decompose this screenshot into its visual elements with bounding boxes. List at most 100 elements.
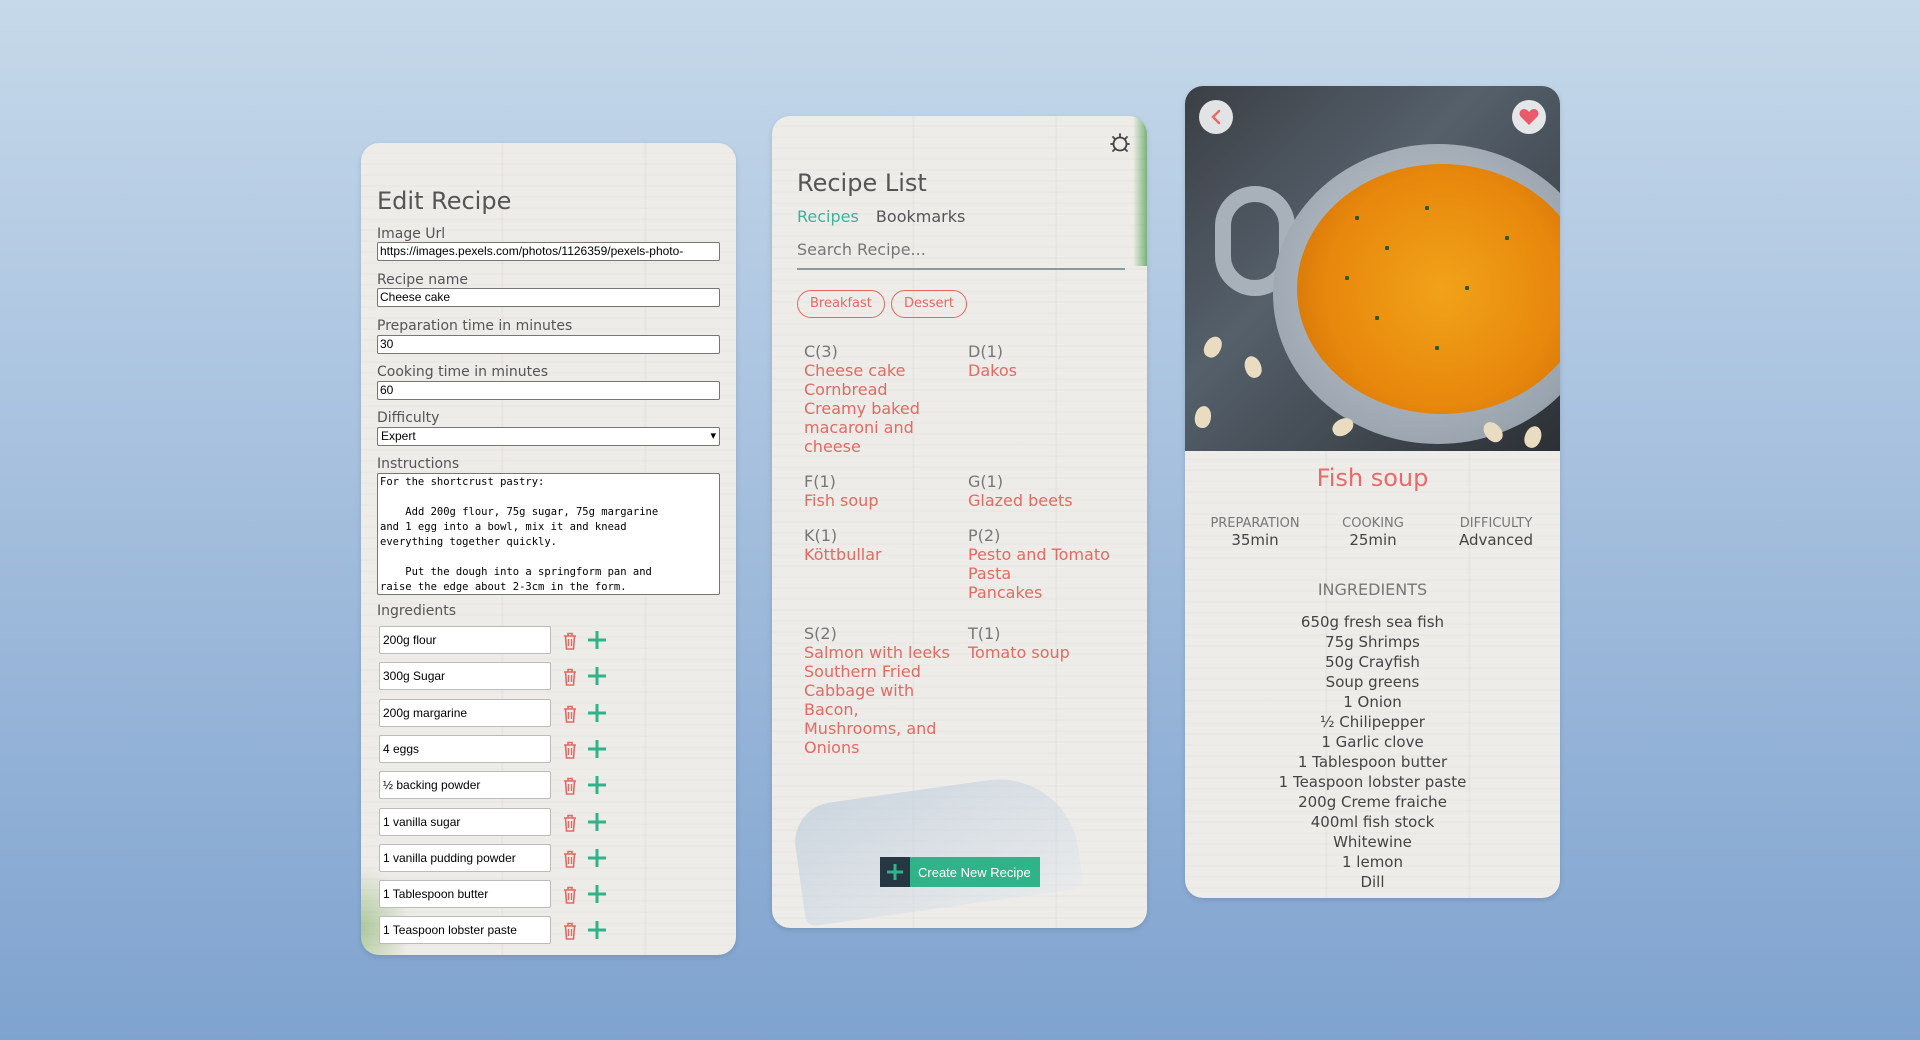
favorite-button[interactable] (1512, 100, 1546, 134)
trash-icon[interactable] (561, 631, 579, 651)
recipe-hero-image (1185, 86, 1560, 451)
group-heading: P(2) (968, 526, 1001, 545)
ingredient-item: 1 Onion (1343, 693, 1402, 711)
recipe-link[interactable]: Cabbage with (804, 681, 974, 700)
bug-settings-icon[interactable] (1107, 130, 1133, 156)
recipe-link[interactable]: Cheese cake (804, 361, 974, 380)
seed-decoration (1521, 423, 1545, 451)
recipe-link[interactable]: Onions (804, 738, 974, 757)
ingredient-input[interactable]: 200g flour (379, 626, 551, 654)
trash-icon[interactable] (561, 667, 579, 687)
prep-time-label: Preparation time in minutes (377, 318, 573, 334)
herb-decoration (1425, 206, 1429, 210)
seed-decoration (1193, 404, 1213, 430)
trash-icon[interactable] (561, 813, 579, 833)
ingredient-input[interactable]: 1 vanilla sugar (379, 807, 551, 836)
ingredient-item: ½ Chilipepper (1320, 713, 1425, 731)
recipe-title: Fish soup (1316, 464, 1429, 492)
herb-decoration (1345, 276, 1349, 280)
ingredient-row: 1 vanilla sugar (379, 807, 679, 838)
recipe-group: C(3) Cheese cake Cornbread Creamy baked maca… (804, 342, 974, 456)
recipe-link[interactable]: macaroni and (804, 418, 974, 437)
plus-icon[interactable] (586, 629, 608, 651)
recipe-link[interactable]: Glazed beets (968, 491, 1138, 510)
cook-time-label: Cooking time in minutes (377, 364, 549, 380)
ingredient-item: Dill (1360, 873, 1385, 891)
recipe-detail-screen: Fish soup PREPARATION 35min COOKING 25mi… (1185, 86, 1560, 898)
plus-icon[interactable] (586, 811, 608, 833)
trash-icon[interactable] (561, 849, 579, 869)
ingredient-item: 1 Garlic clove (1321, 733, 1424, 751)
recipe-link[interactable]: Creamy baked (804, 399, 974, 418)
ingredient-input[interactable]: 200g margarine (379, 698, 551, 727)
ingredient-input[interactable]: 4 eggs (379, 734, 551, 763)
trash-icon[interactable] (561, 740, 579, 760)
ingredient-item: 75g Shrimps (1325, 633, 1420, 651)
herb-decoration (1385, 246, 1389, 250)
plus-icon[interactable] (586, 702, 608, 724)
ingredient-input[interactable]: 1 Teaspoon lobster paste (379, 916, 551, 945)
chip-dessert[interactable]: Dessert (891, 290, 967, 318)
recipe-link[interactable]: Köttbullar (804, 545, 974, 564)
recipe-link[interactable]: Bacon, (804, 700, 974, 719)
plus-icon[interactable] (586, 774, 608, 796)
recipe-link[interactable]: Dakos (968, 361, 1138, 380)
herb-decoration (1505, 236, 1509, 240)
trash-icon[interactable] (561, 921, 579, 941)
recipe-group: D(1) Dakos (968, 342, 1138, 380)
create-new-recipe-button[interactable]: Create New Recipe (880, 857, 1040, 887)
recipe-name-input[interactable]: Cheese cake (377, 288, 720, 307)
recipe-link[interactable]: Fish soup (804, 491, 974, 510)
tab-recipes[interactable]: Recipes (797, 207, 859, 226)
recipe-link[interactable]: Mushrooms, and (804, 719, 974, 738)
ingredient-input[interactable]: 1 vanilla pudding powder (379, 843, 551, 872)
cooking-value: 25min (1349, 531, 1397, 549)
recipe-list-screen: Recipe List Recipes Bookmarks Search Rec… (772, 116, 1147, 928)
ingredient-row: 1 Tablespoon butter (379, 880, 679, 910)
page-title: Edit Recipe (377, 187, 512, 215)
tab-bookmarks[interactable]: Bookmarks (876, 207, 965, 226)
recipe-link[interactable]: Southern Fried (804, 662, 974, 681)
prep-time-input[interactable]: 30 (377, 335, 720, 354)
plus-icon[interactable] (586, 665, 608, 687)
ingredient-row: 1 Teaspoon lobster paste (379, 916, 679, 946)
difficulty-meta: DIFFICULTY Advanced (1441, 516, 1551, 549)
plus-icon[interactable] (586, 847, 608, 869)
plus-icon[interactable] (586, 883, 608, 905)
group-heading: T(1) (968, 624, 1001, 643)
recipe-link[interactable]: Tomato soup (968, 643, 1138, 662)
ingredient-item: 400ml fish stock (1310, 813, 1435, 831)
ingredient-row: 200g margarine (379, 698, 679, 729)
ingredient-item: 1 Teaspoon lobster paste (1278, 773, 1467, 791)
instructions-textarea[interactable]: For the shortcrust pastry: Add 200g flou… (377, 473, 720, 595)
plus-icon[interactable] (586, 919, 608, 941)
recipe-link[interactable]: Pancakes (968, 583, 1138, 602)
trash-icon[interactable] (561, 885, 579, 905)
trash-icon[interactable] (561, 704, 579, 724)
ingredients-list: 650g fresh sea fish 75g Shrimps 50g Crayfi… (1185, 612, 1560, 892)
image-url-input[interactable]: https://images.pexels.com/photos/1126359… (377, 242, 720, 261)
instructions-label: Instructions (377, 456, 460, 472)
plus-icon[interactable] (586, 738, 608, 760)
recipe-link[interactable]: Pesto and Tomato (968, 545, 1138, 564)
search-input[interactable]: Search Recipe... (797, 234, 1125, 270)
recipe-link[interactable]: Cornbread (804, 380, 974, 399)
ingredient-input[interactable]: ½ backing powder (379, 771, 551, 800)
cook-time-input[interactable]: 60 (377, 381, 720, 400)
group-heading: F(1) (804, 472, 836, 491)
recipe-link[interactable]: Pasta (968, 564, 1138, 583)
ingredient-item: 1 lemon (1341, 853, 1403, 871)
back-button[interactable] (1199, 100, 1233, 134)
recipe-link[interactable]: cheese (804, 437, 974, 456)
trash-icon[interactable] (561, 776, 579, 796)
group-heading: C(3) (804, 342, 838, 361)
difficulty-select[interactable]: Expert ▾ (377, 427, 720, 446)
chevron-left-icon (1211, 109, 1221, 125)
chevron-down-icon: ▾ (710, 430, 716, 442)
ingredient-input[interactable]: 300g Sugar (379, 662, 551, 691)
ingredient-row: ½ backing powder (379, 771, 679, 801)
ingredient-row: 4 eggs (379, 734, 679, 765)
recipe-link[interactable]: Salmon with leeks (804, 643, 974, 662)
chip-breakfast[interactable]: Breakfast (797, 290, 885, 318)
ingredient-input[interactable]: 1 Tablespoon butter (379, 880, 551, 909)
